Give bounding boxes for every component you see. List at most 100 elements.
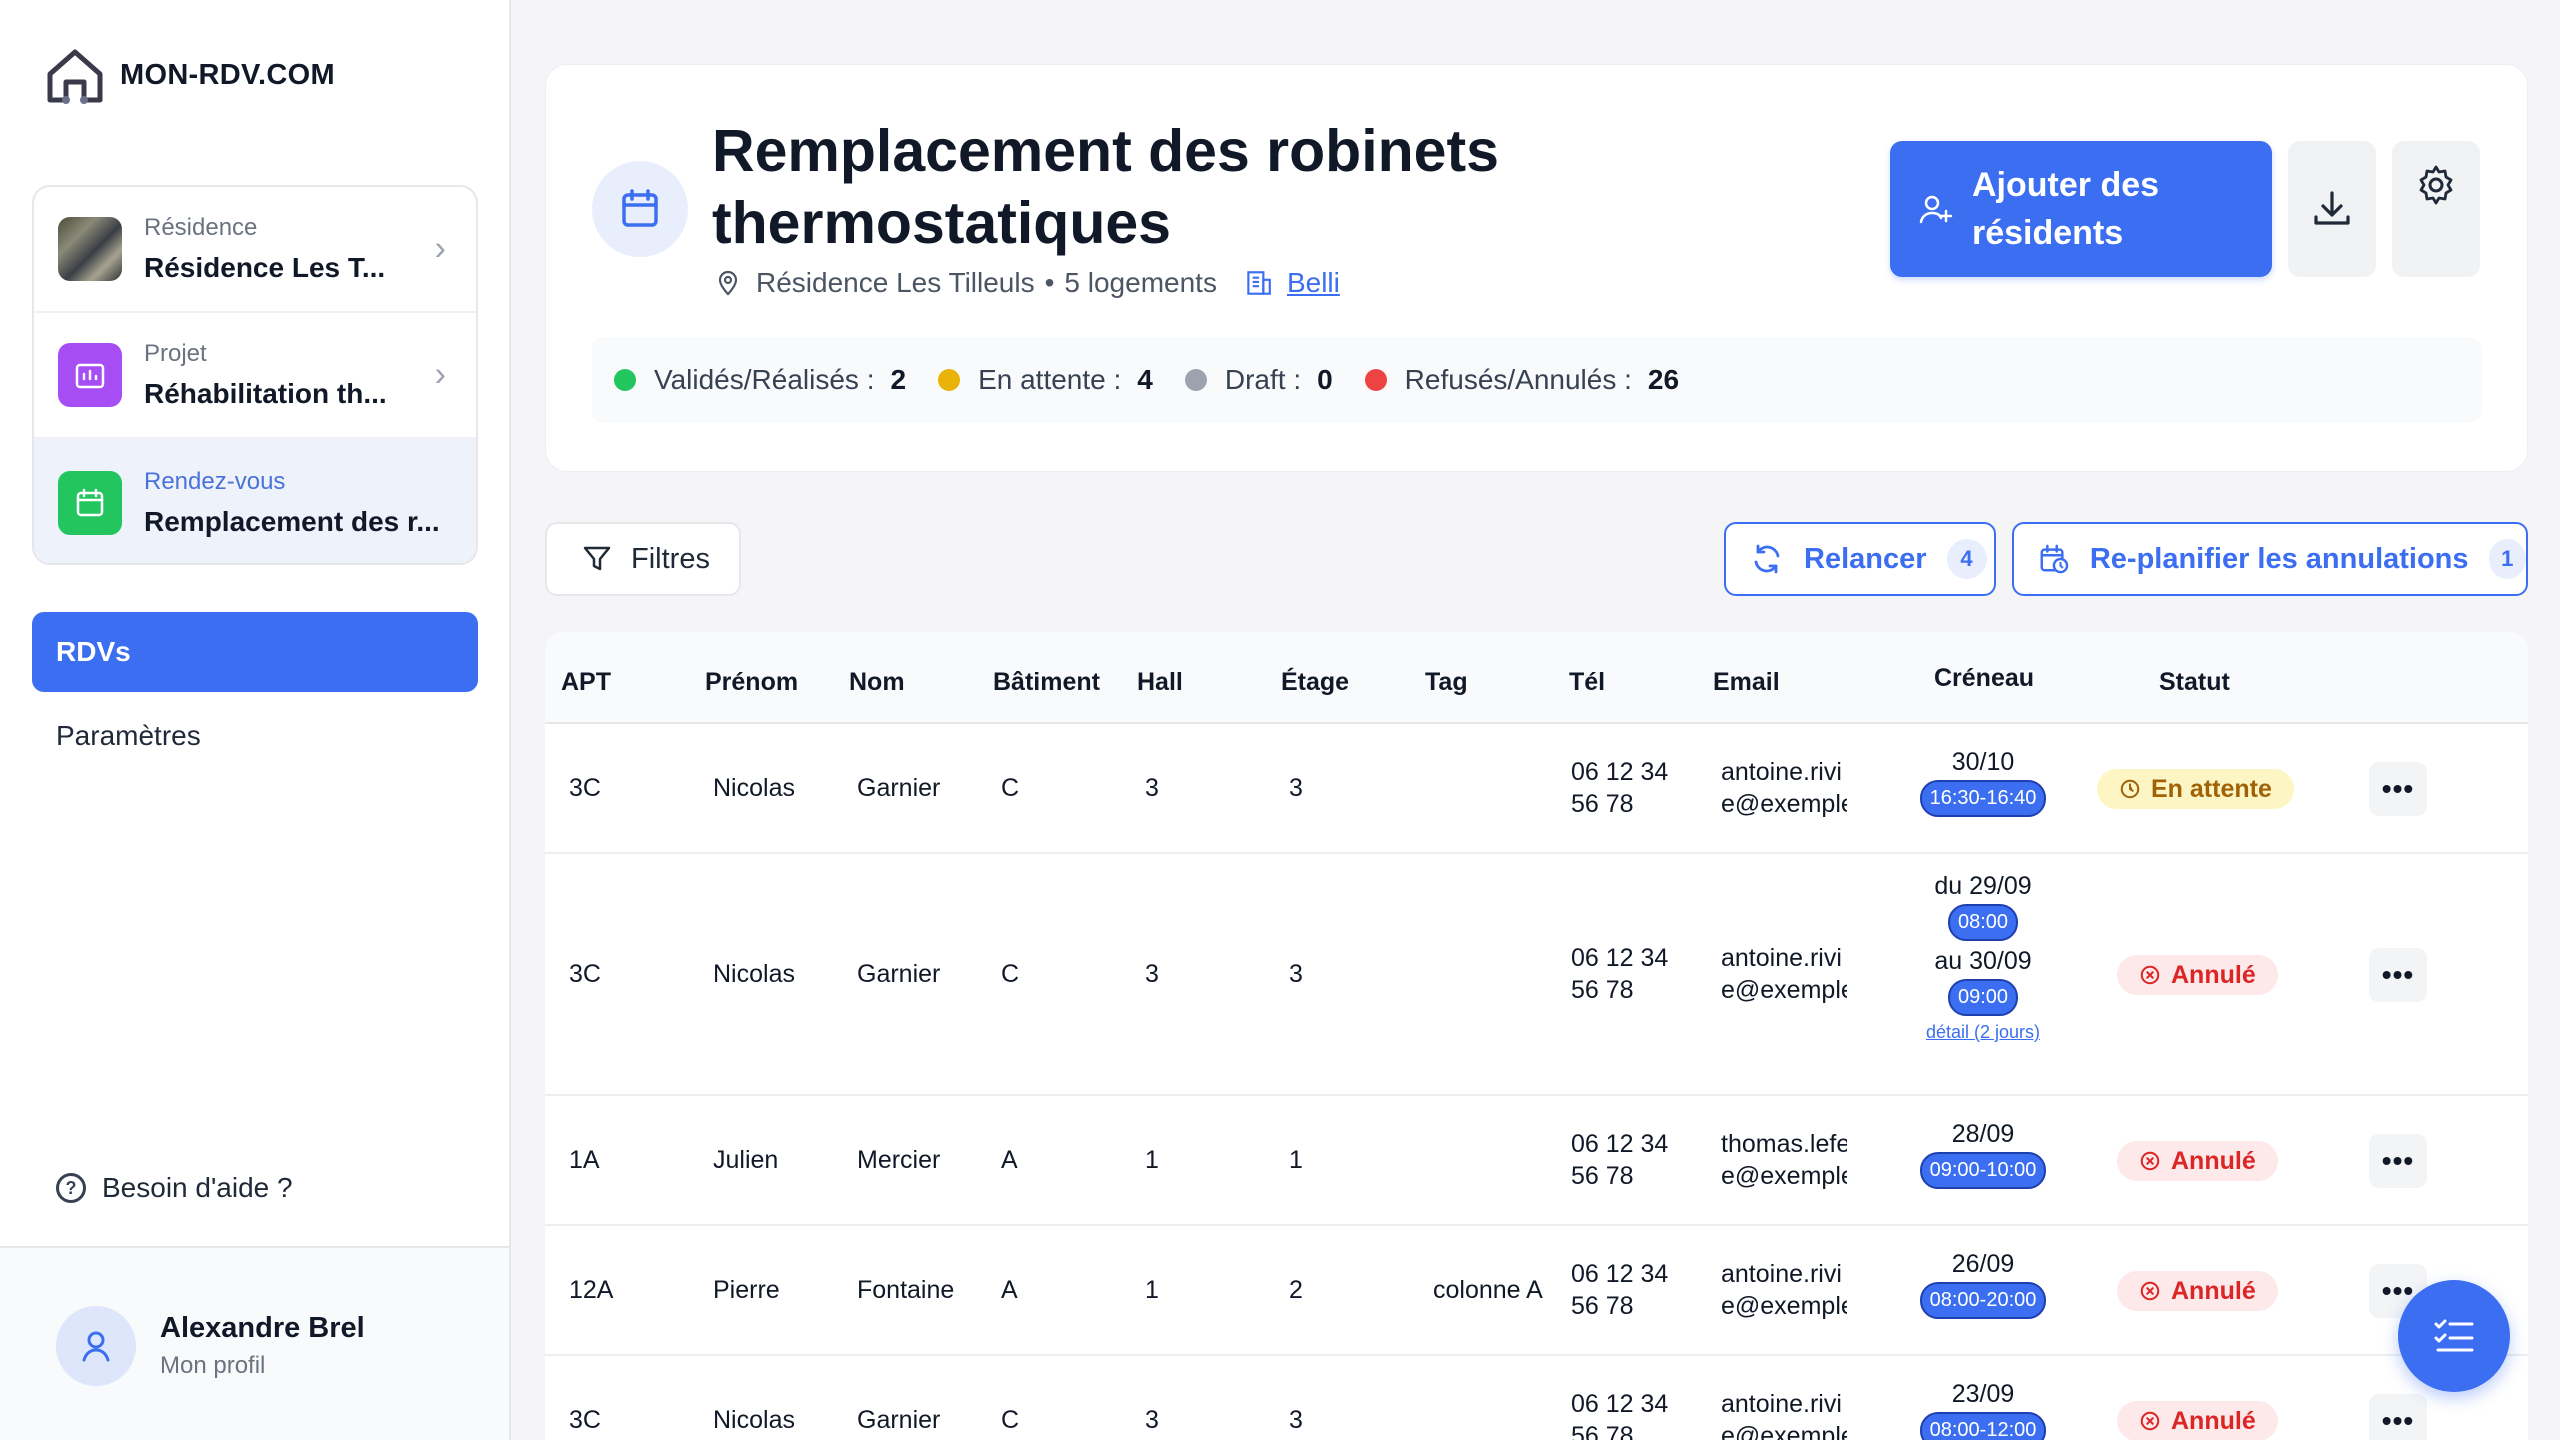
cell-batiment: C xyxy=(1001,774,1020,802)
folder-icon xyxy=(58,343,122,407)
slot-time-pill[interactable]: 08:00-20:00 xyxy=(1919,1282,2047,1319)
context-value: Réhabilitation th... xyxy=(144,378,387,409)
cell-nom: Garnier xyxy=(857,960,941,988)
relancer-button[interactable]: Relancer 4 xyxy=(1724,522,1996,596)
cell-prenom: Nicolas xyxy=(713,1406,795,1434)
column-header[interactable]: Étage xyxy=(1281,668,1349,697)
cell-hall: 3 xyxy=(1145,960,1159,988)
download-button[interactable] xyxy=(2288,141,2376,277)
slot-time-pill[interactable]: 09:00-10:00 xyxy=(1919,1152,2047,1189)
logo[interactable]: MON-RDV.COM xyxy=(44,44,335,106)
cell-creneau: du 29/09 08:00 au 30/09 09:00 détail (2 … xyxy=(1895,870,2071,1043)
context-projet[interactable]: Projet Réhabilitation th... › xyxy=(34,313,476,439)
cell-nom: Mercier xyxy=(857,1146,941,1174)
stat-refuses[interactable]: Refusés/Annulés : 26 xyxy=(1364,364,1680,396)
table-row[interactable]: 3C Nicolas Garnier C 3 3 06 12 34 56 78 a… xyxy=(545,1356,2528,1440)
context-residence[interactable]: Résidence Résidence Les T... › xyxy=(34,187,476,313)
status-dot xyxy=(938,369,961,391)
slot-date: 30/10 xyxy=(1951,748,2015,776)
help-link[interactable]: ? Besoin d'aide ? xyxy=(56,1172,293,1204)
context-rendez-vous[interactable]: Rendez-vous Remplacement des r... xyxy=(34,439,476,563)
calendar-icon xyxy=(58,471,122,535)
cell-batiment: A xyxy=(1001,1146,1018,1174)
nav-parametres[interactable]: Paramètres xyxy=(56,720,201,752)
cell-apt: 1A xyxy=(569,1146,600,1174)
cell-tel: 06 12 34 56 78 xyxy=(1571,1130,1669,1190)
stat-valides[interactable]: Validés/Réalisés : 2 xyxy=(614,364,906,396)
column-header[interactable]: Email xyxy=(1713,668,1780,697)
cell-nom: Garnier xyxy=(857,1406,941,1434)
context-label: Résidence xyxy=(144,214,258,241)
table-row[interactable]: 3C Nicolas Garnier C 3 3 06 12 34 56 78 a… xyxy=(545,724,2528,854)
stat-value: 26 xyxy=(1647,364,1680,395)
slot-date: du 29/09 xyxy=(1934,872,2032,900)
rdv-table: APT Prénom Nom Bâtiment Hall Étage Tag T… xyxy=(545,632,2528,1440)
stat-label: Draft : xyxy=(1224,364,1302,395)
nav-rdvs[interactable]: RDVs xyxy=(32,612,478,692)
add-residents-button[interactable]: Ajouter des résidents xyxy=(1890,141,2272,277)
stat-value: 0 xyxy=(1317,364,1333,395)
logements-count: 5 logements xyxy=(1064,267,1217,298)
cell-email: antoine.rivi e@exemple xyxy=(1721,1260,1847,1320)
stat-value: 4 xyxy=(1137,364,1153,395)
stat-en-attente[interactable]: En attente : 4 xyxy=(938,364,1153,396)
residence-name: Résidence Les Tilleuls xyxy=(756,267,1035,298)
stat-draft[interactable]: Draft : 0 xyxy=(1184,364,1333,396)
table-row[interactable]: 12A Pierre Fontaine A 1 2 colonne A 06 1… xyxy=(545,1226,2528,1356)
table-row[interactable]: 1A Julien Mercier A 1 1 06 12 34 56 78 th… xyxy=(545,1096,2528,1226)
stat-value: 2 xyxy=(890,364,907,395)
settings-button[interactable] xyxy=(2392,141,2480,277)
cell-tel: 06 12 34 56 78 xyxy=(1571,1390,1669,1440)
logo-text: MON-RDV.COM xyxy=(120,58,335,91)
help-label: Besoin d'aide ? xyxy=(102,1172,293,1203)
page-title: Remplacement des robinets thermostatique… xyxy=(712,118,1499,256)
cell-etage: 3 xyxy=(1289,774,1303,802)
checklist-fab-button[interactable] xyxy=(2398,1280,2510,1392)
slot-time-pill[interactable]: 08:00 xyxy=(1947,904,2019,941)
table-row[interactable]: 3C Nicolas Garnier C 3 3 06 12 34 56 78 a… xyxy=(545,854,2528,1096)
cell-etage: 3 xyxy=(1289,1406,1303,1434)
slot-time-pill[interactable]: 09:00 xyxy=(1947,979,2019,1016)
slot-date: 28/09 xyxy=(1951,1120,2015,1148)
x-circle-icon xyxy=(2140,1151,2160,1171)
cell-tag: colonne A xyxy=(1433,1276,1543,1304)
cell-hall: 1 xyxy=(1145,1146,1159,1174)
column-header[interactable]: Bâtiment xyxy=(993,668,1100,697)
x-circle-icon xyxy=(2140,965,2160,985)
belli-link[interactable]: Belli xyxy=(1287,267,1340,299)
slot-date: au 30/09 xyxy=(1934,947,2032,975)
column-header[interactable]: Prénom xyxy=(705,668,798,697)
column-header[interactable]: Tél xyxy=(1569,668,1605,697)
row-actions-button[interactable]: ••• xyxy=(2369,762,2427,816)
profile-link[interactable]: Mon profil xyxy=(160,1352,265,1380)
filters-button[interactable]: Filtres xyxy=(545,522,741,596)
relancer-count: 4 xyxy=(1946,539,1987,579)
status-summary: Validés/Réalisés : 2 En attente : 4 Draf… xyxy=(592,337,2482,423)
slot-time-pill[interactable]: 16:30-16:40 xyxy=(1919,780,2047,817)
status-dot xyxy=(1364,369,1387,391)
column-header[interactable]: Tag xyxy=(1425,668,1468,697)
column-header[interactable]: Nom xyxy=(849,668,905,697)
cell-creneau: 30/10 16:30-16:40 xyxy=(1908,746,2058,817)
slot-time-pill[interactable]: 08:00-12:00 xyxy=(1919,1412,2047,1440)
replan-button[interactable]: Re-planifier les annulations 1 xyxy=(2012,522,2528,596)
replan-count: 1 xyxy=(2488,539,2526,579)
cell-email: thomas.lefe e@exemple xyxy=(1721,1130,1847,1190)
row-actions-button[interactable]: ••• xyxy=(2369,1394,2427,1440)
slot-date: 23/09 xyxy=(1951,1380,2015,1408)
column-header[interactable]: APT xyxy=(561,668,611,697)
clock-icon xyxy=(2120,779,2140,799)
slot-detail-link[interactable]: détail (2 jours) xyxy=(1895,1022,2071,1043)
cell-nom: Fontaine xyxy=(857,1276,955,1304)
row-actions-button[interactable]: ••• xyxy=(2369,1134,2427,1188)
row-actions-button[interactable]: ••• xyxy=(2369,948,2427,1002)
cell-creneau: 28/09 09:00-10:00 xyxy=(1908,1118,2058,1189)
cell-etage: 3 xyxy=(1289,960,1303,988)
replan-label: Re-planifier les annulations xyxy=(2089,542,2469,575)
status-dot xyxy=(1184,369,1207,391)
column-header[interactable]: Hall xyxy=(1137,668,1183,697)
profile-section[interactable]: Alexandre Brel Mon profil xyxy=(0,1246,509,1440)
cell-etage: 1 xyxy=(1289,1146,1303,1174)
column-header[interactable]: Statut xyxy=(2159,668,2230,697)
column-header[interactable]: Créneau xyxy=(1934,664,2034,693)
